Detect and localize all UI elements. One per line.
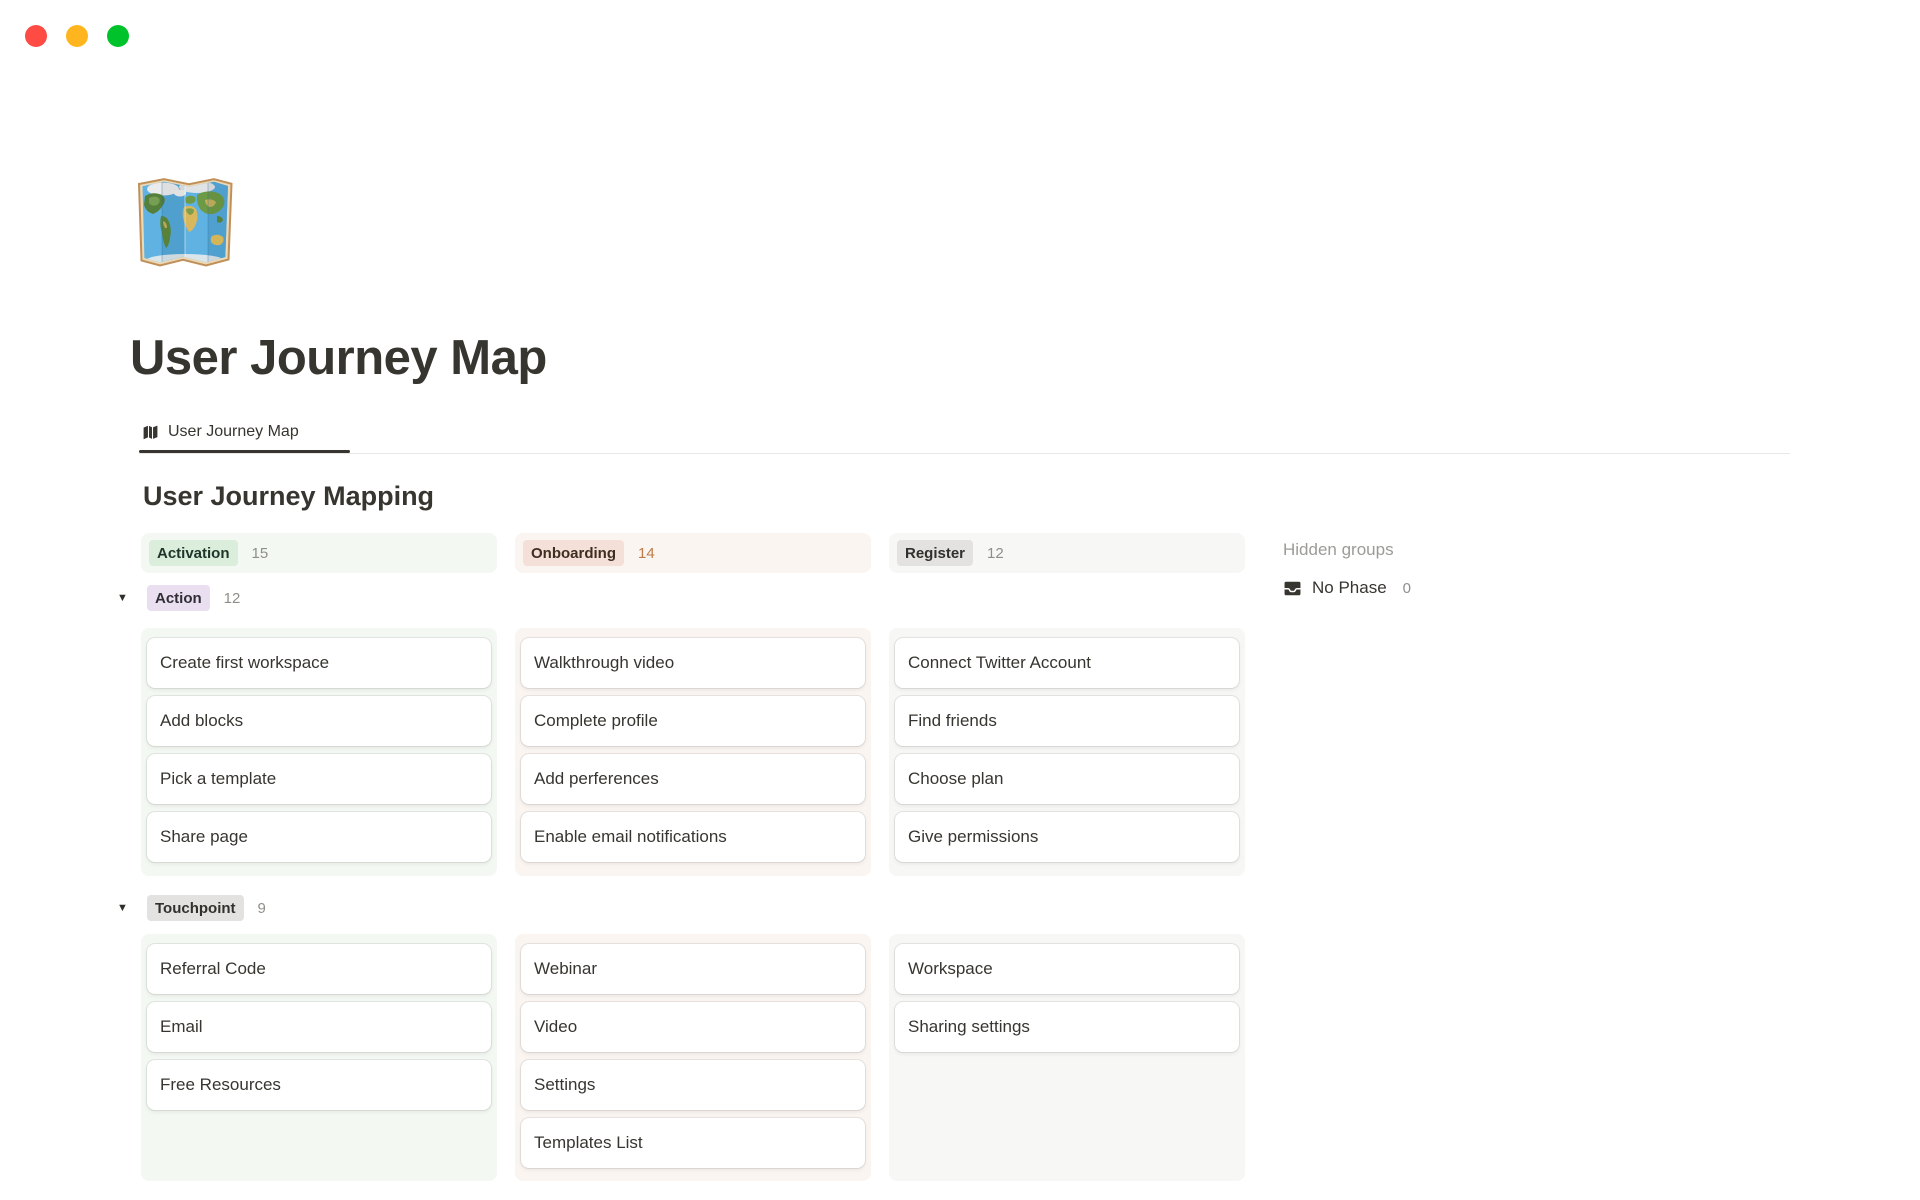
group-header-action: ▼ Action 12 <box>117 585 240 611</box>
card[interactable]: Settings <box>521 1060 865 1110</box>
card[interactable]: Email <box>147 1002 491 1052</box>
section-heading: User Journey Mapping <box>143 481 434 512</box>
board-column-register-touchpoint: Workspace Sharing settings <box>889 934 1245 1181</box>
window-controls <box>25 25 129 47</box>
board-column-onboarding-touchpoint: Webinar Video Settings Templates List <box>515 934 871 1181</box>
card[interactable]: Create first workspace <box>147 638 491 688</box>
card[interactable]: Enable email notifications <box>521 812 865 862</box>
card[interactable]: Templates List <box>521 1118 865 1168</box>
card[interactable]: Complete profile <box>521 696 865 746</box>
card[interactable]: Pick a template <box>147 754 491 804</box>
card[interactable]: Video <box>521 1002 865 1052</box>
group-header-touchpoint: ▼ Touchpoint 9 <box>117 895 266 921</box>
view-tab-user-journey-map[interactable]: User Journey Map <box>142 423 299 441</box>
page-title: User Journey Map <box>130 330 547 386</box>
card[interactable]: Sharing settings <box>895 1002 1239 1052</box>
card[interactable]: Webinar <box>521 944 865 994</box>
board-column-activation-touchpoint: Referral Code Email Free Resources <box>141 934 497 1181</box>
card[interactable]: Share page <box>147 812 491 862</box>
phase-badge-onboarding: Onboarding <box>523 540 624 566</box>
hidden-group-no-phase[interactable]: No Phase 0 <box>1283 578 1411 598</box>
card[interactable]: Workspace <box>895 944 1239 994</box>
view-tab-label: User Journey Map <box>168 423 299 441</box>
group-badge-action[interactable]: Action <box>147 585 210 611</box>
zoom-window-button[interactable] <box>107 25 129 47</box>
phase-badge-activation: Activation <box>149 540 238 566</box>
card[interactable]: Choose plan <box>895 754 1239 804</box>
column-header-activation[interactable]: Activation 15 <box>141 533 497 573</box>
phase-count: 12 <box>987 545 1004 562</box>
board-view-icon <box>142 424 159 441</box>
card[interactable]: Add perferences <box>521 754 865 804</box>
hidden-groups-label: Hidden groups <box>1283 540 1394 560</box>
phase-badge-register: Register <box>897 540 973 566</box>
collapse-triangle-icon[interactable]: ▼ <box>117 902 128 914</box>
minimize-window-button[interactable] <box>66 25 88 47</box>
card[interactable]: Give permissions <box>895 812 1239 862</box>
world-map-icon[interactable] <box>133 176 237 270</box>
board-column-activation-action: Create first workspace Add blocks Pick a… <box>141 628 497 876</box>
no-phase-label: No Phase <box>1312 578 1387 598</box>
board-column-onboarding-action: Walkthrough video Complete profile Add p… <box>515 628 871 876</box>
no-phase-count: 0 <box>1403 580 1411 597</box>
card[interactable]: Find friends <box>895 696 1239 746</box>
card[interactable]: Walkthrough video <box>521 638 865 688</box>
board-column-register-action: Connect Twitter Account Find friends Cho… <box>889 628 1245 876</box>
phase-count: 15 <box>252 545 269 562</box>
tabbar-divider <box>139 453 1790 454</box>
close-window-button[interactable] <box>25 25 47 47</box>
notion-window: User Journey Map User Journey Map User J… <box>0 0 1920 1200</box>
card[interactable]: Referral Code <box>147 944 491 994</box>
group-count: 12 <box>224 590 241 607</box>
collapse-triangle-icon[interactable]: ▼ <box>117 592 128 604</box>
column-header-onboarding[interactable]: Onboarding 14 <box>515 533 871 573</box>
card[interactable]: Free Resources <box>147 1060 491 1110</box>
group-badge-touchpoint[interactable]: Touchpoint <box>147 895 244 921</box>
card[interactable]: Add blocks <box>147 696 491 746</box>
card[interactable]: Connect Twitter Account <box>895 638 1239 688</box>
column-header-register[interactable]: Register 12 <box>889 533 1245 573</box>
inbox-icon <box>1283 579 1302 598</box>
group-count: 9 <box>258 900 266 917</box>
phase-count: 14 <box>638 545 655 562</box>
